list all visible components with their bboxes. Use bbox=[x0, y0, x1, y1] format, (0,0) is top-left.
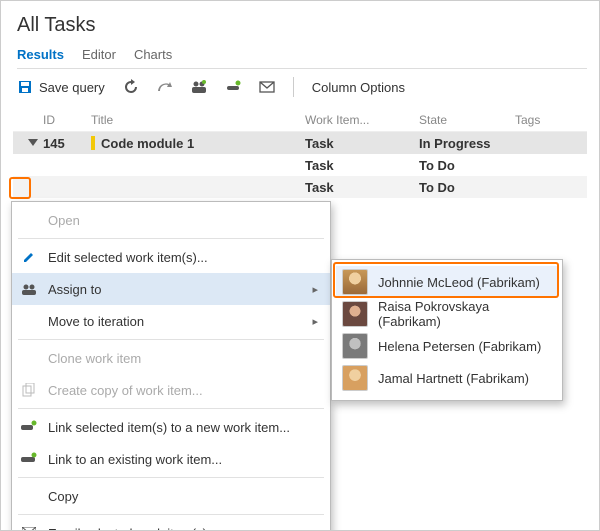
cell-state: To Do bbox=[419, 180, 515, 195]
refresh-icon[interactable] bbox=[123, 79, 139, 95]
task-type-bar-icon bbox=[91, 136, 95, 150]
cell-state: In Progress bbox=[419, 136, 515, 151]
menu-edit[interactable]: Edit selected work item(s)... bbox=[12, 241, 330, 273]
toolbar: Save query Column Options bbox=[17, 77, 587, 97]
tab-results[interactable]: Results bbox=[17, 47, 64, 62]
link-icon bbox=[20, 450, 38, 468]
header-id[interactable]: ID bbox=[43, 113, 91, 127]
link-icon[interactable] bbox=[225, 79, 241, 95]
avatar bbox=[342, 269, 368, 295]
tab-editor[interactable]: Editor bbox=[82, 47, 116, 62]
link-new-icon bbox=[20, 418, 38, 436]
assignee-option[interactable]: Helena Petersen (Fabrikam) bbox=[336, 330, 558, 362]
pencil-icon bbox=[20, 248, 38, 266]
save-query-label: Save query bbox=[39, 80, 105, 95]
menu-email[interactable]: Email selected work item(s)... bbox=[12, 517, 330, 531]
cell-id: 145 bbox=[43, 136, 91, 151]
assignee-option[interactable]: Raisa Pokrovskaya (Fabrikam) bbox=[336, 298, 558, 330]
assignee-label: Jamal Hartnett (Fabrikam) bbox=[378, 371, 529, 386]
cell-title: Code module 1 bbox=[91, 136, 305, 151]
header-title[interactable]: Title bbox=[91, 113, 305, 127]
assignee-option[interactable]: Johnnie McLeod (Fabrikam) bbox=[336, 266, 558, 298]
chevron-right-icon: ▸ bbox=[312, 283, 318, 296]
header-tags[interactable]: Tags bbox=[515, 113, 587, 127]
header-type[interactable]: Work Item... bbox=[305, 113, 419, 127]
assignee-option[interactable]: Jamal Hartnett (Fabrikam) bbox=[336, 362, 558, 394]
cell-type: Task bbox=[305, 136, 419, 151]
header-state[interactable]: State bbox=[419, 113, 515, 127]
people-icon bbox=[20, 280, 38, 298]
menu-link-existing[interactable]: Link to an existing work item... bbox=[12, 443, 330, 475]
cell-type: Task bbox=[305, 158, 419, 173]
tabs-bar: Results Editor Charts bbox=[17, 47, 587, 69]
email-icon[interactable] bbox=[259, 79, 275, 95]
save-query-button[interactable]: Save query bbox=[17, 79, 105, 95]
menu-link-new[interactable]: Link selected item(s) to a new work item… bbox=[12, 411, 330, 443]
assign-to-submenu: Johnnie McLeod (Fabrikam) Raisa Pokrovsk… bbox=[331, 259, 563, 401]
save-icon bbox=[17, 79, 33, 95]
app-window: All Tasks Results Editor Charts Save que… bbox=[0, 0, 600, 531]
row-dropdown-icon[interactable] bbox=[23, 133, 43, 153]
chevron-right-icon: ▸ bbox=[312, 315, 318, 328]
avatar bbox=[342, 301, 368, 327]
avatar bbox=[342, 365, 368, 391]
email-icon bbox=[20, 524, 38, 531]
menu-move-iteration[interactable]: Move to iteration ▸ bbox=[12, 305, 330, 337]
assignee-label: Johnnie McLeod (Fabrikam) bbox=[378, 275, 540, 290]
column-headers: ID Title Work Item... State Tags bbox=[13, 109, 587, 132]
menu-assign-to[interactable]: Assign to ▸ bbox=[12, 273, 330, 305]
avatar bbox=[342, 333, 368, 359]
column-options-button[interactable]: Column Options bbox=[312, 80, 405, 95]
menu-create-copy: Create copy of work item... bbox=[12, 374, 330, 406]
context-menu: Open Edit selected work item(s)... Assig… bbox=[11, 201, 331, 531]
menu-open: Open bbox=[12, 204, 330, 236]
table-row[interactable]: Task To Do bbox=[13, 154, 587, 176]
menu-copy[interactable]: Copy bbox=[12, 480, 330, 512]
menu-clone: Clone work item bbox=[12, 342, 330, 374]
toolbar-separator bbox=[293, 77, 294, 97]
assignee-label: Raisa Pokrovskaya (Fabrikam) bbox=[378, 299, 552, 329]
tab-charts[interactable]: Charts bbox=[134, 47, 172, 62]
copy-icon bbox=[20, 381, 38, 399]
table-row[interactable]: Task To Do bbox=[13, 176, 587, 198]
assignee-label: Helena Petersen (Fabrikam) bbox=[378, 339, 541, 354]
cell-state: To Do bbox=[419, 158, 515, 173]
cell-type: Task bbox=[305, 180, 419, 195]
team-icon[interactable] bbox=[191, 79, 207, 95]
page-title: All Tasks bbox=[17, 14, 587, 37]
redo-icon[interactable] bbox=[157, 79, 173, 95]
table-row[interactable]: 145 Code module 1 Task In Progress bbox=[13, 132, 587, 154]
